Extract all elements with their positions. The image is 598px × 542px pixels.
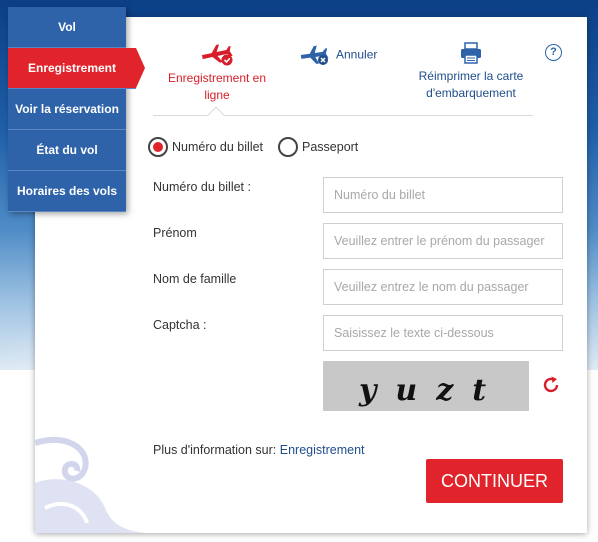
tab-online-checkin-label-2: ligne (204, 88, 230, 102)
radio-ticket-number-circle[interactable] (148, 137, 168, 157)
more-info: Plus d'information sur: Enregistrement (153, 443, 365, 457)
nav-item-enregistrement[interactable]: Enregistrement (8, 48, 145, 89)
active-tab-pointer (207, 106, 225, 124)
nav-item-etat-du-vol[interactable]: État du vol (8, 130, 126, 171)
refresh-captcha-icon[interactable] (541, 375, 561, 395)
captcha-label: Captcha : (153, 318, 207, 332)
radio-ticket-number-label: Numéro du billet (172, 140, 264, 154)
plane-checkin-icon (201, 44, 233, 66)
side-nav: Vol Enregistrement Voir la réservation É… (8, 7, 145, 212)
more-info-link[interactable]: Enregistrement (280, 443, 365, 457)
first-name-input[interactable] (323, 223, 563, 259)
tab-cancel-label: Annuler (336, 47, 378, 62)
radio-passport-circle[interactable] (278, 137, 298, 157)
ticket-number-input[interactable] (323, 177, 563, 213)
plane-cancel-icon (300, 45, 329, 65)
first-name-label: Prénom (153, 226, 197, 240)
help-icon[interactable]: ? (545, 44, 562, 61)
nav-item-voir-reservation[interactable]: Voir la réservation (8, 89, 126, 130)
radio-passport-label: Passeport (302, 140, 359, 154)
last-name-input[interactable] (323, 269, 563, 305)
tab-reprint-boarding-pass[interactable]: Réimprimer la carte d'embarquement (408, 42, 534, 102)
tab-online-checkin-label-1: Enregistrement en (167, 71, 267, 85)
tab-cancel[interactable]: Annuler (300, 44, 420, 66)
decorative-swirl (35, 436, 145, 533)
more-info-prefix: Plus d'information sur: (153, 443, 277, 457)
printer-icon (461, 42, 481, 64)
continue-button[interactable]: CONTINUER (426, 459, 563, 503)
captcha-input[interactable] (323, 315, 563, 351)
nav-item-vol[interactable]: Vol (8, 7, 126, 48)
nav-item-horaires[interactable]: Horaires des vols (8, 171, 126, 212)
tab-online-checkin[interactable]: Enregistrement en ligne (162, 42, 272, 104)
captcha-image-text: yuzt (359, 373, 506, 408)
radio-passport[interactable]: Passeport (278, 137, 358, 157)
captcha-image: yuzt (323, 361, 529, 411)
tab-reprint-label-2: d'embarquement (426, 86, 516, 100)
ticket-number-label: Numéro du billet : (153, 180, 251, 194)
last-name-label: Nom de famille (153, 272, 237, 286)
radio-ticket-number[interactable]: Numéro du billet (148, 137, 263, 157)
tab-reprint-label-1: Réimprimer la carte (418, 69, 524, 83)
